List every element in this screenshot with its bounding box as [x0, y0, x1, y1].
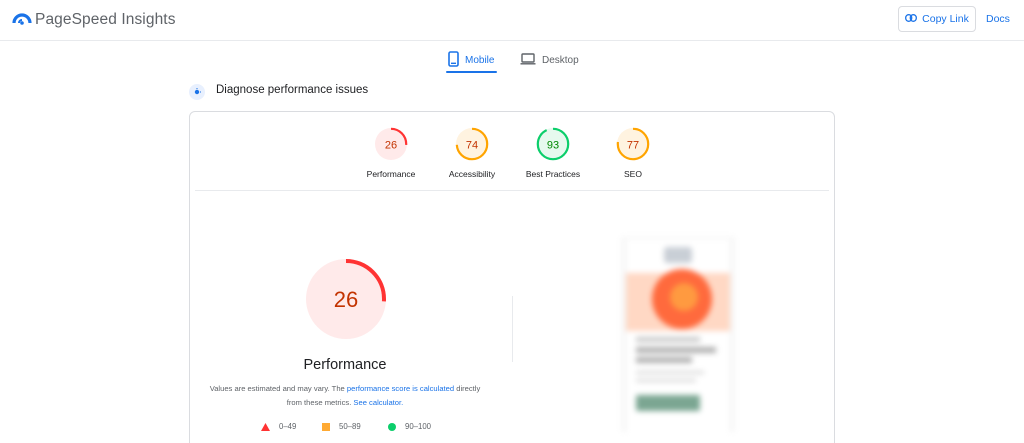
gauge-best-practices-value: 93	[547, 140, 559, 152]
circle-icon	[388, 422, 396, 431]
gauge-best-practices[interactable]: 93 Best Practices	[523, 127, 583, 179]
square-icon	[322, 422, 330, 431]
gauge-seo-label: SEO	[624, 169, 642, 179]
link-icon	[905, 13, 922, 25]
performance-main-score: 26	[334, 287, 358, 312]
gauge-accessibility-ring: 74	[455, 127, 489, 161]
copy-link-label: Copy Link	[922, 13, 969, 25]
active-tab-indicator	[446, 71, 497, 73]
tab-desktop-label: Desktop	[542, 54, 579, 66]
gauge-best-practices-ring: 93	[536, 127, 570, 161]
gauge-accessibility-value: 74	[466, 140, 478, 152]
performance-score-link[interactable]: performance score is calculated	[347, 384, 454, 393]
gauge-seo-ring: 77	[616, 127, 650, 161]
performance-main-gauge: 26	[306, 259, 386, 339]
tab-desktop[interactable]: Desktop	[520, 48, 579, 72]
gauge-performance-value: 26	[385, 140, 397, 152]
phone-icon	[448, 50, 465, 70]
pagespeed-gauge-icon	[12, 8, 32, 31]
desc-text-1: Values are estimated and may vary. The	[209, 384, 347, 393]
page-screenshot-thumbnail	[622, 237, 734, 432]
docs-link[interactable]: Docs	[986, 13, 1010, 25]
triangle-icon	[261, 422, 270, 431]
tab-mobile[interactable]: Mobile	[448, 48, 494, 72]
performance-description: Values are estimated and may vary. The p…	[205, 382, 485, 410]
gauge-performance-label: Performance	[366, 169, 416, 179]
legend-fail: 0–49	[261, 422, 296, 431]
legend-average: 50–89	[322, 422, 361, 431]
laptop-icon	[520, 52, 542, 68]
tab-mobile-label: Mobile	[465, 54, 495, 66]
gauge-best-practices-label: Best Practices	[525, 169, 581, 179]
logo[interactable]: PageSpeed Insights	[12, 8, 176, 31]
card-divider	[195, 190, 829, 191]
gauge-seo[interactable]: 77 SEO	[603, 127, 663, 179]
vertical-divider	[512, 296, 513, 362]
performance-main-title: Performance	[303, 357, 387, 373]
legend-pass: 90–100	[388, 422, 431, 431]
legend-pass-range: 90–100	[405, 422, 432, 431]
gauge-performance[interactable]: 26 Performance	[361, 127, 421, 179]
diagnose-title: Diagnose performance issues	[216, 84, 369, 96]
gauge-performance-ring: 26	[374, 127, 408, 161]
app-header: PageSpeed Insights Copy Link Docs	[0, 0, 1024, 41]
logo-text: PageSpeed Insights	[35, 10, 176, 28]
see-calculator-link[interactable]: See calculator.	[353, 398, 403, 407]
legend-average-range: 50–89	[339, 422, 361, 431]
gauge-seo-value: 77	[627, 140, 639, 152]
gauge-accessibility-label: Accessibility	[448, 169, 496, 179]
gauge-accessibility[interactable]: 74 Accessibility	[442, 127, 502, 179]
magnifier-icon	[189, 84, 205, 100]
legend-fail-range: 0–49	[279, 422, 297, 431]
copy-link-button[interactable]: Copy Link	[898, 6, 976, 32]
